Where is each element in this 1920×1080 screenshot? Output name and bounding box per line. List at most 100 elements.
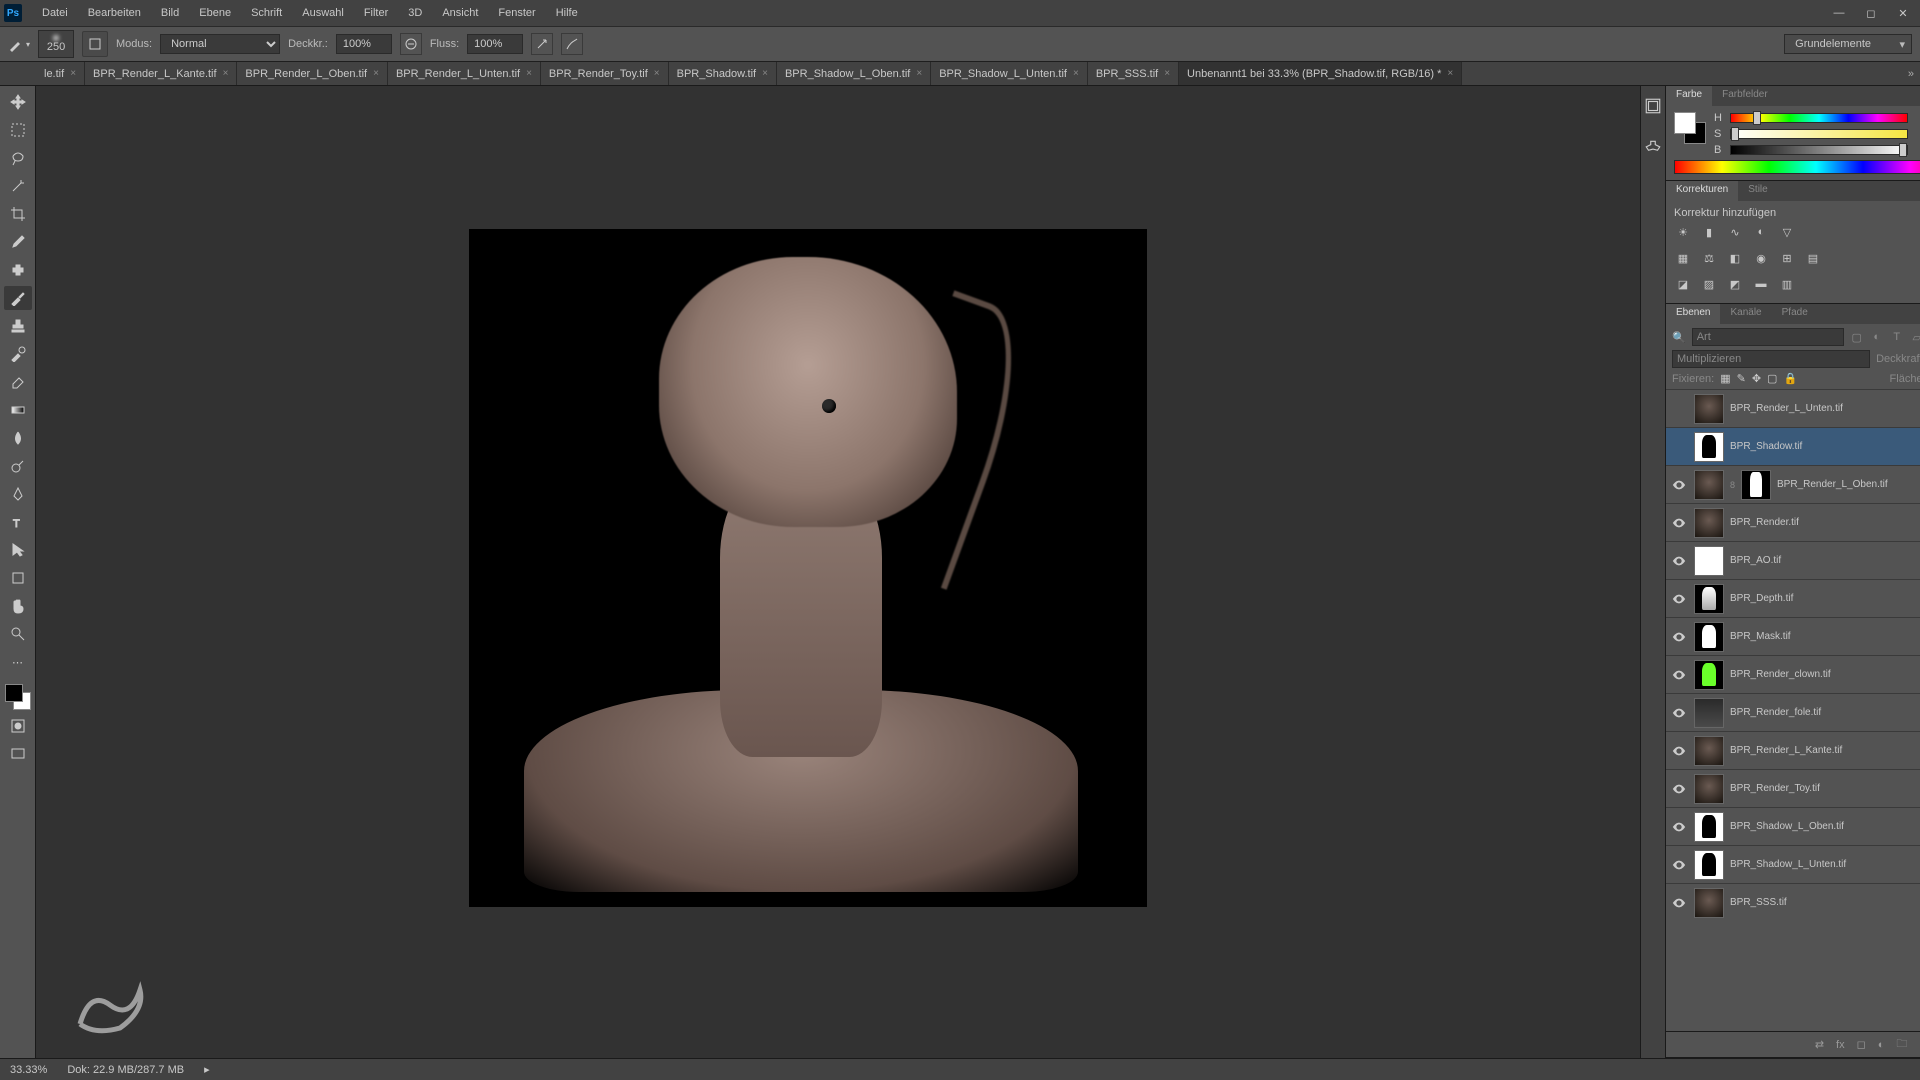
layer-thumbnail[interactable] — [1694, 508, 1724, 538]
layer-thumbnail[interactable] — [1694, 622, 1724, 652]
layer-name[interactable]: BPR_Depth.tif — [1730, 593, 1793, 604]
blur-tool[interactable] — [4, 426, 32, 450]
layer-link-indicator[interactable]: 8 — [1730, 480, 1735, 490]
layer-adjustment-icon[interactable]: ◐ — [1878, 1039, 1885, 1051]
panel-color-swatches[interactable] — [1674, 112, 1706, 144]
document-tab[interactable]: BPR_Render_L_Unten.tif× — [388, 62, 541, 85]
adj-vibrance-icon[interactable]: ▽ — [1778, 223, 1796, 241]
adj-selective-icon[interactable]: ▥ — [1778, 275, 1796, 293]
foreground-swatch[interactable] — [5, 684, 23, 702]
doctabs-overflow-icon[interactable]: » — [1902, 62, 1920, 85]
color-swatches[interactable] — [5, 684, 31, 710]
opacity-input[interactable] — [336, 34, 392, 54]
layer-thumbnail[interactable] — [1694, 698, 1724, 728]
flow-input[interactable] — [467, 34, 523, 54]
edit-toolbar-icon[interactable]: ⋯ — [4, 650, 32, 674]
pen-tool[interactable] — [4, 482, 32, 506]
layer-row[interactable]: BPR_Render_Toy.tif — [1666, 769, 1920, 807]
document-tab[interactable]: BPR_Render_L_Oben.tif× — [237, 62, 388, 85]
menu-filter[interactable]: Filter — [354, 3, 398, 23]
status-zoom[interactable]: 33.33% — [10, 1064, 47, 1076]
crop-tool[interactable] — [4, 202, 32, 226]
layer-visibility-icon[interactable] — [1670, 590, 1688, 608]
brush-panel-toggle-icon[interactable] — [82, 31, 108, 57]
layer-name[interactable]: BPR_Render_Toy.tif — [1730, 783, 1820, 794]
sat-slider[interactable] — [1730, 129, 1908, 139]
marquee-tool[interactable] — [4, 118, 32, 142]
filter-pixel-icon[interactable]: ▢ — [1850, 331, 1864, 344]
document-tab[interactable]: le.tif× — [36, 62, 85, 85]
layer-link-icon[interactable]: ⇄ — [1815, 1038, 1824, 1051]
layer-thumbnail[interactable] — [1694, 470, 1724, 500]
status-arrow-icon[interactable]: ▸ — [204, 1063, 210, 1076]
layer-fx-icon[interactable]: fx — [1836, 1039, 1845, 1051]
document-tab[interactable]: BPR_Render_Toy.tif× — [541, 62, 669, 85]
layer-visibility-icon[interactable] — [1670, 856, 1688, 874]
layer-visibility-icon[interactable] — [1670, 438, 1688, 456]
document-tab[interactable]: BPR_Shadow_L_Unten.tif× — [931, 62, 1088, 85]
adj-bw-icon[interactable]: ◧ — [1726, 249, 1744, 267]
close-icon[interactable]: × — [70, 68, 76, 79]
layer-row[interactable]: BPR_Shadow_L_Unten.tif — [1666, 845, 1920, 883]
status-doc-info[interactable]: Dok: 22.9 MB/287.7 MB — [67, 1064, 184, 1076]
layer-thumbnail[interactable] — [1694, 584, 1724, 614]
layer-name[interactable]: BPR_Shadow_L_Unten.tif — [1730, 859, 1846, 870]
window-minimize-icon[interactable]: — — [1832, 7, 1846, 20]
layer-row[interactable]: BPR_Render_L_Kante.tif — [1666, 731, 1920, 769]
airbrush-icon[interactable] — [531, 33, 553, 55]
layer-name[interactable]: BPR_Render_L_Unten.tif — [1730, 403, 1843, 414]
layer-visibility-icon[interactable] — [1670, 666, 1688, 684]
zoom-tool[interactable] — [4, 622, 32, 646]
brush-preset-picker[interactable]: 250 — [38, 30, 74, 58]
close-icon[interactable]: × — [1164, 68, 1170, 79]
properties-panel-icon[interactable] — [1641, 136, 1665, 160]
close-icon[interactable]: × — [1073, 68, 1079, 79]
opacity-pressure-icon[interactable] — [400, 33, 422, 55]
layer-group-icon[interactable]: 🗀 — [1896, 1035, 1907, 1054]
menu-ansicht[interactable]: Ansicht — [432, 3, 488, 23]
filter-type-icon[interactable]: T — [1890, 331, 1904, 344]
path-select-tool[interactable] — [4, 538, 32, 562]
layer-thumbnail[interactable] — [1694, 660, 1724, 690]
close-icon[interactable]: × — [526, 68, 532, 79]
tab-korrekturen[interactable]: Korrekturen — [1666, 181, 1738, 201]
hand-tool[interactable] — [4, 594, 32, 618]
layer-name[interactable]: BPR_Render_L_Kante.tif — [1730, 745, 1842, 756]
layer-visibility-icon[interactable] — [1670, 552, 1688, 570]
close-icon[interactable]: × — [1447, 68, 1453, 79]
gradient-tool[interactable] — [4, 398, 32, 422]
layer-row[interactable]: 8BPR_Render_L_Oben.tif — [1666, 465, 1920, 503]
document-tab[interactable]: Unbenannt1 bei 33.3% (BPR_Shadow.tif, RG… — [1179, 62, 1462, 85]
lock-transparent-icon[interactable]: ▦ — [1720, 372, 1730, 385]
tab-kanäle[interactable]: Kanäle — [1720, 304, 1771, 324]
lock-artboard-icon[interactable]: ▢ — [1767, 372, 1777, 385]
color-ramp[interactable] — [1674, 160, 1920, 174]
layer-visibility-icon[interactable] — [1670, 476, 1688, 494]
document-tab[interactable]: BPR_SSS.tif× — [1088, 62, 1179, 85]
layer-thumbnail[interactable] — [1694, 546, 1724, 576]
filter-shape-icon[interactable]: ▱ — [1910, 331, 1920, 344]
layer-name[interactable]: BPR_Render_fole.tif — [1730, 707, 1821, 718]
healing-tool[interactable] — [4, 258, 32, 282]
layer-mask-thumbnail[interactable] — [1741, 470, 1771, 500]
canvas-area[interactable] — [36, 86, 1640, 1058]
screenmode-icon[interactable] — [4, 742, 32, 766]
tab-farbe[interactable]: Farbe — [1666, 86, 1712, 106]
close-icon[interactable]: × — [916, 68, 922, 79]
tab-farbfelder[interactable]: Farbfelder — [1712, 86, 1778, 106]
lasso-tool[interactable] — [4, 146, 32, 170]
layer-visibility-icon[interactable] — [1670, 400, 1688, 418]
layer-name[interactable]: BPR_Mask.tif — [1730, 631, 1791, 642]
stamp-tool[interactable] — [4, 314, 32, 338]
close-icon[interactable]: × — [762, 68, 768, 79]
lock-all-icon[interactable]: 🔒 — [1783, 372, 1797, 385]
menu-schrift[interactable]: Schrift — [241, 3, 292, 23]
layer-thumbnail[interactable] — [1694, 888, 1724, 918]
layer-visibility-icon[interactable] — [1670, 894, 1688, 912]
adj-hue-icon[interactable]: ▦ — [1674, 249, 1692, 267]
tab-stile[interactable]: Stile — [1738, 181, 1777, 201]
menu-auswahl[interactable]: Auswahl — [292, 3, 354, 23]
layer-mask-icon[interactable]: ◻ — [1857, 1038, 1866, 1051]
eyedropper-tool[interactable] — [4, 230, 32, 254]
menu-bild[interactable]: Bild — [151, 3, 189, 23]
